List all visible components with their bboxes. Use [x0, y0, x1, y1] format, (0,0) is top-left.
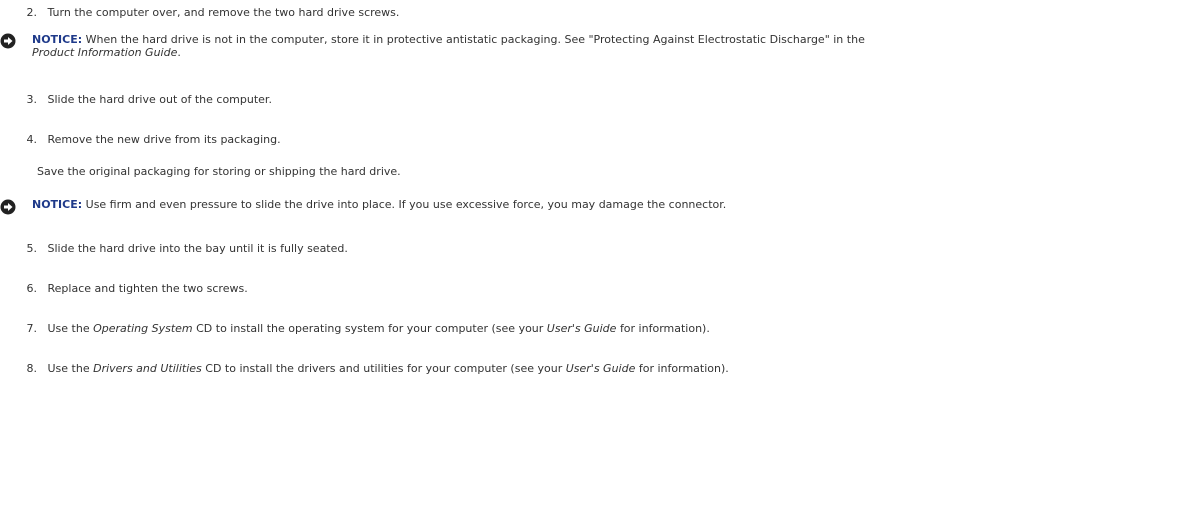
step-number: 5. [26, 242, 38, 255]
notice-guide-title: Product Information Guide [32, 46, 178, 59]
step-text: Use the Drivers and Utilities CD to inst… [47, 362, 729, 375]
step-text: Slide the hard drive out of the computer… [47, 93, 272, 106]
notice-label: NOTICE: [32, 33, 83, 46]
step-number: 3. [26, 93, 38, 106]
document-page: 2. Turn the computer over, and remove th… [0, 0, 1196, 519]
notice-antistatic: NOTICE: When the hard drive is not in th… [0, 33, 1180, 67]
notice-label: NOTICE: [32, 198, 83, 211]
notice-text: NOTICE: Use firm and even pressure to sl… [32, 198, 727, 211]
users-guide-title: User's Guide [565, 362, 636, 375]
step-8: 8. Use the Drivers and Utilities CD to i… [0, 362, 1180, 376]
step-number: 4. [26, 133, 38, 146]
step-text: Use the Operating System CD to install t… [47, 322, 710, 335]
notice-arrow-icon [0, 33, 16, 49]
step-text: Replace and tighten the two screws. [47, 282, 248, 295]
step-text: Remove the new drive from its packaging. [47, 133, 281, 146]
step-2: 2. Turn the computer over, and remove th… [0, 6, 1180, 20]
notice-text: NOTICE: When the hard drive is not in th… [32, 33, 865, 59]
operating-system-cd-title: Operating System [93, 322, 193, 335]
users-guide-title: User's Guide [546, 322, 617, 335]
step-3: 3. Slide the hard drive out of the compu… [0, 93, 1180, 107]
notice-arrow-icon [0, 199, 16, 215]
step-7: 7. Use the Operating System CD to instal… [0, 322, 1180, 336]
step-number: 6. [26, 282, 38, 295]
step-4-note: Save the original packaging for storing … [37, 165, 401, 178]
step-number: 7. [26, 322, 38, 335]
step-4: 4. Remove the new drive from its packagi… [0, 133, 1180, 147]
drivers-utilities-cd-title: Drivers and Utilities [93, 362, 202, 375]
step-5: 5. Slide the hard drive into the bay unt… [0, 242, 1180, 256]
step-text: Turn the computer over, and remove the t… [47, 6, 400, 19]
notice-pressure: NOTICE: Use firm and even pressure to sl… [0, 198, 1180, 218]
step-number: 2. [26, 6, 38, 19]
step-number: 8. [26, 362, 38, 375]
step-6: 6. Replace and tighten the two screws. [0, 282, 1180, 296]
step-text: Slide the hard drive into the bay until … [47, 242, 348, 255]
